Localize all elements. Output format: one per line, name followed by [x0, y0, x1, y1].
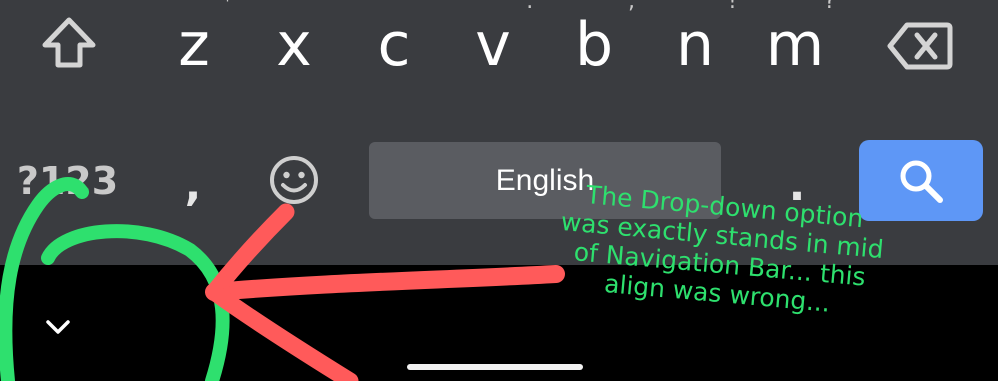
keyboard-collapse-button[interactable] — [38, 307, 78, 347]
key-m[interactable]: m — [760, 10, 830, 80]
search-icon — [900, 160, 943, 203]
backspace-icon — [887, 22, 953, 70]
backspace-key[interactable] — [884, 16, 956, 76]
emoji-icon — [270, 156, 318, 204]
hint-char: ; — [628, 0, 636, 14]
chevron-down-icon — [46, 320, 70, 334]
comma-key[interactable]: , — [178, 160, 208, 220]
hint-char: " — [328, 0, 339, 14]
screen: * " ' : ; ! ? z x c v b n m ?123 , Engli… — [0, 0, 998, 381]
shift-key[interactable] — [38, 12, 100, 74]
shift-icon — [42, 17, 96, 68]
key-b[interactable]: b — [559, 10, 629, 80]
key-v[interactable]: v — [458, 10, 528, 80]
home-indicator[interactable] — [407, 364, 583, 370]
key-n[interactable]: n — [660, 10, 730, 80]
emoji-key[interactable] — [266, 152, 322, 208]
key-x[interactable]: x — [259, 10, 329, 80]
key-z[interactable]: z — [159, 10, 229, 80]
key-c[interactable]: c — [359, 10, 429, 80]
symbols-key[interactable]: ?123 — [10, 155, 125, 207]
